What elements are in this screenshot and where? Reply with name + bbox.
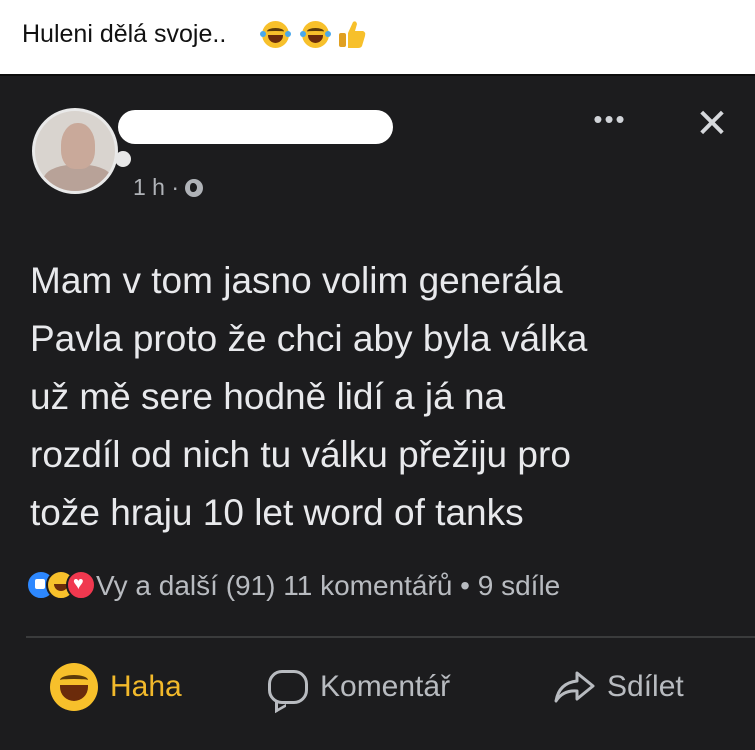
post-screenshot: 1 h · ••• ✕ Mam v tom jasno volim generá… [0, 74, 755, 750]
post-meta: 1 h · [133, 174, 204, 201]
divider [26, 636, 755, 638]
caption-bar: Huleni dělá svoje.. [0, 0, 755, 74]
more-options-icon[interactable]: ••• [590, 106, 630, 134]
online-status-dot [115, 151, 131, 167]
post-time[interactable]: 1 h · [133, 174, 179, 201]
post-body-text: Mam v tom jasno volim generála Pavla pro… [30, 260, 588, 533]
close-icon[interactable]: ✕ [692, 104, 732, 144]
tears-of-joy-icon [300, 21, 331, 48]
redacted-author-name [118, 110, 393, 144]
tears-of-joy-icon [260, 21, 291, 48]
reaction-icons[interactable] [26, 566, 96, 606]
comment-icon [268, 670, 308, 704]
share-icon [554, 671, 595, 703]
comment-button[interactable]: Komentář [268, 662, 450, 712]
share-button[interactable]: Sdílet [553, 662, 684, 712]
divider [0, 74, 755, 76]
comment-label: Komentář [320, 670, 451, 703]
share-label: Sdílet [607, 670, 684, 703]
reaction-summary[interactable]: Vy a další (91) 11 komentářů • 9 sdíle [96, 570, 755, 602]
caption-text: Huleni dělá svoje.. [22, 20, 227, 48]
love-reaction-icon [66, 570, 96, 600]
globe-icon [185, 178, 204, 197]
haha-button[interactable]: Haha [50, 662, 182, 712]
haha-label: Haha [110, 670, 182, 703]
avatar[interactable] [32, 108, 118, 194]
haha-icon [50, 663, 98, 711]
thumbs-up-icon [339, 21, 366, 48]
